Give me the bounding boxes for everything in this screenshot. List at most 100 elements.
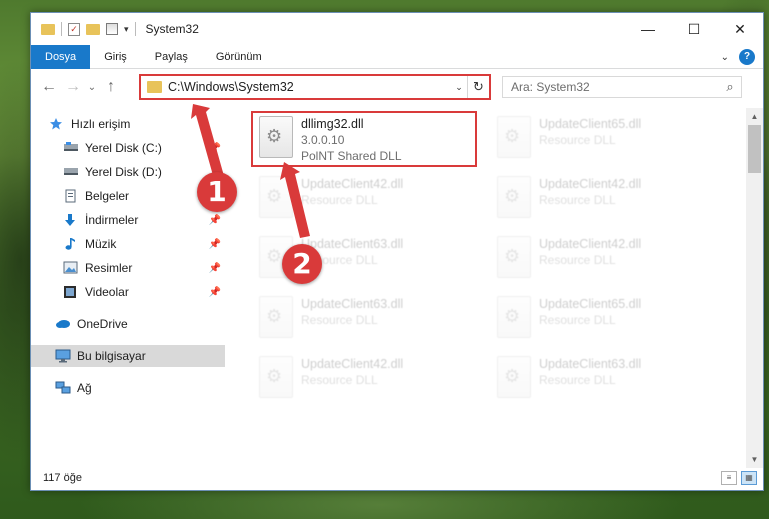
close-button[interactable]: ✕ <box>717 13 763 45</box>
address-path[interactable]: C:\Windows\System32 <box>168 80 451 94</box>
refresh-button[interactable]: ↻ <box>467 76 489 98</box>
help-icon[interactable]: ? <box>739 49 755 65</box>
dll-file-icon <box>497 176 531 218</box>
pin-icon[interactable]: 📌 <box>209 143 221 154</box>
minimize-button[interactable]: — <box>625 13 671 45</box>
sidebar-item-quick-access[interactable]: Hızlı erişim <box>31 113 225 135</box>
file-item[interactable]: UpdateClient42.dll Resource DLL <box>253 172 489 228</box>
pin-icon[interactable]: 📌 <box>209 263 221 274</box>
folder-icon <box>147 81 162 93</box>
vertical-scrollbar[interactable]: ▲ ▼ <box>746 108 763 468</box>
recent-locations-button[interactable]: ⌄ <box>85 75 99 99</box>
ribbon-tabs: Dosya Giriş Paylaş Görünüm ⌄ ? <box>31 44 763 69</box>
customize-dropdown-icon[interactable]: ▾ <box>124 24 129 35</box>
status-bar: 117 öğe ≡ ▦ <box>31 466 763 490</box>
file-name: UpdateClient63.dll <box>301 297 404 311</box>
item-count: 117 öğe <box>43 472 82 484</box>
disk-icon <box>63 165 79 179</box>
search-box[interactable]: Ara: System32 ⌕ <box>502 76 742 98</box>
file-description: Resource DLL <box>539 193 616 207</box>
sidebar-item-label: Videolar <box>85 285 129 299</box>
new-folder-icon[interactable] <box>86 23 100 35</box>
file-name: UpdateClient65.dll <box>539 117 642 131</box>
sidebar-item-downloads[interactable]: İndirmeler 📌 <box>31 209 225 231</box>
back-button[interactable]: ← <box>37 75 61 99</box>
cloud-icon <box>55 317 71 331</box>
scroll-thumb[interactable] <box>748 125 761 173</box>
file-description: Resource DLL <box>301 313 378 327</box>
tab-home[interactable]: Giriş <box>90 45 141 69</box>
sidebar-item-label: İndirmeler <box>85 213 139 227</box>
file-description: Resource DLL <box>301 373 378 387</box>
pin-icon[interactable]: 📌 <box>209 287 221 298</box>
arrow-up-icon: ↑ <box>107 78 115 95</box>
annotation-badge-2: 2 <box>282 244 322 284</box>
dll-file-icon <box>497 296 531 338</box>
properties-check-icon[interactable]: ✓ <box>68 22 80 36</box>
sidebar-item-music[interactable]: Müzik 📌 <box>31 233 225 255</box>
arrow-right-icon: → <box>65 78 81 95</box>
tiles-view-icon[interactable]: ▦ <box>741 471 757 485</box>
refresh-icon: ↻ <box>473 79 484 94</box>
file-explorer-window: ✓ ▾ System32 — ☐ ✕ Dosya Giriş Paylaş Gö… <box>30 12 764 491</box>
pin-icon[interactable]: 📌 <box>209 215 221 226</box>
file-highlight-box <box>251 111 477 167</box>
sidebar-item-local-disk-c[interactable]: Yerel Disk (C:) 📌 <box>31 137 225 159</box>
file-item[interactable]: UpdateClient63.dll Resource DLL <box>491 352 727 408</box>
address-dropdown-icon[interactable]: ⌄ <box>451 82 467 93</box>
file-name: UpdateClient65.dll <box>539 297 642 311</box>
properties-icon[interactable] <box>106 23 118 35</box>
pictures-icon <box>63 261 79 275</box>
up-button[interactable]: ↑ <box>99 75 123 99</box>
title-bar: ✓ ▾ System32 — ☐ ✕ <box>31 13 763 45</box>
search-icon[interactable]: ⌕ <box>719 79 741 95</box>
download-icon <box>63 213 79 227</box>
sidebar-item-documents[interactable]: Belgeler <box>31 185 225 207</box>
file-item[interactable]: UpdateClient42.dll Resource DLL <box>491 172 727 228</box>
details-view-icon[interactable]: ≡ <box>721 471 737 485</box>
tab-file[interactable]: Dosya <box>31 44 91 69</box>
forward-button[interactable]: → <box>61 75 85 99</box>
ribbon-right-controls: ⌄ ? <box>721 49 755 65</box>
tab-share[interactable]: Paylaş <box>141 45 202 69</box>
arrow-left-icon: ← <box>41 78 57 95</box>
quick-access-toolbar: ✓ ▾ <box>31 13 136 45</box>
sidebar-item-label: Müzik <box>85 237 117 251</box>
dll-file-icon <box>497 356 531 398</box>
search-input[interactable]: Ara: System32 <box>511 80 719 94</box>
separator <box>134 22 136 36</box>
file-item[interactable]: UpdateClient65.dll Resource DLL <box>491 112 727 168</box>
dll-file-icon <box>497 116 531 158</box>
documents-icon <box>63 189 79 203</box>
file-item[interactable]: UpdateClient65.dll Resource DLL <box>491 292 727 348</box>
sidebar-item-label: Ağ <box>77 381 92 395</box>
file-description: Resource DLL <box>539 373 616 387</box>
file-name: UpdateClient63.dll <box>539 357 642 371</box>
sidebar-item-label: Yerel Disk (C:) <box>85 141 162 155</box>
pin-icon[interactable]: 📌 <box>209 239 221 250</box>
sidebar-item-label: OneDrive <box>77 317 128 331</box>
file-description: Resource DLL <box>539 133 616 147</box>
sidebar-item-videos[interactable]: Videolar 📌 <box>31 281 225 303</box>
sidebar-item-this-pc[interactable]: Bu bilgisayar <box>31 345 225 367</box>
file-description: Resource DLL <box>539 313 616 327</box>
star-icon <box>49 117 65 131</box>
tab-view[interactable]: Görünüm <box>202 45 276 69</box>
window-title: System32 <box>145 22 199 36</box>
file-item[interactable]: UpdateClient42.dll Resource DLL <box>491 232 727 288</box>
address-bar[interactable]: C:\Windows\System32 ⌄ ↻ <box>139 74 491 100</box>
sidebar-item-network[interactable]: Ağ <box>31 377 225 399</box>
dll-file-icon <box>259 296 293 338</box>
sidebar-item-onedrive[interactable]: OneDrive <box>31 313 225 335</box>
sidebar-item-label: Hızlı erişim <box>71 117 131 131</box>
sidebar-item-pictures[interactable]: Resimler 📌 <box>31 257 225 279</box>
computer-icon <box>55 349 71 363</box>
sidebar-item-local-disk-d[interactable]: Yerel Disk (D:) <box>31 161 225 183</box>
expand-ribbon-icon[interactable]: ⌄ <box>721 52 729 63</box>
file-item[interactable]: UpdateClient42.dll Resource DLL <box>253 352 489 408</box>
scroll-up-icon[interactable]: ▲ <box>746 108 763 125</box>
music-icon <box>63 237 79 251</box>
file-item[interactable]: UpdateClient63.dll Resource DLL <box>253 292 489 348</box>
maximize-button[interactable]: ☐ <box>671 13 717 45</box>
file-description: Resource DLL <box>539 253 616 267</box>
